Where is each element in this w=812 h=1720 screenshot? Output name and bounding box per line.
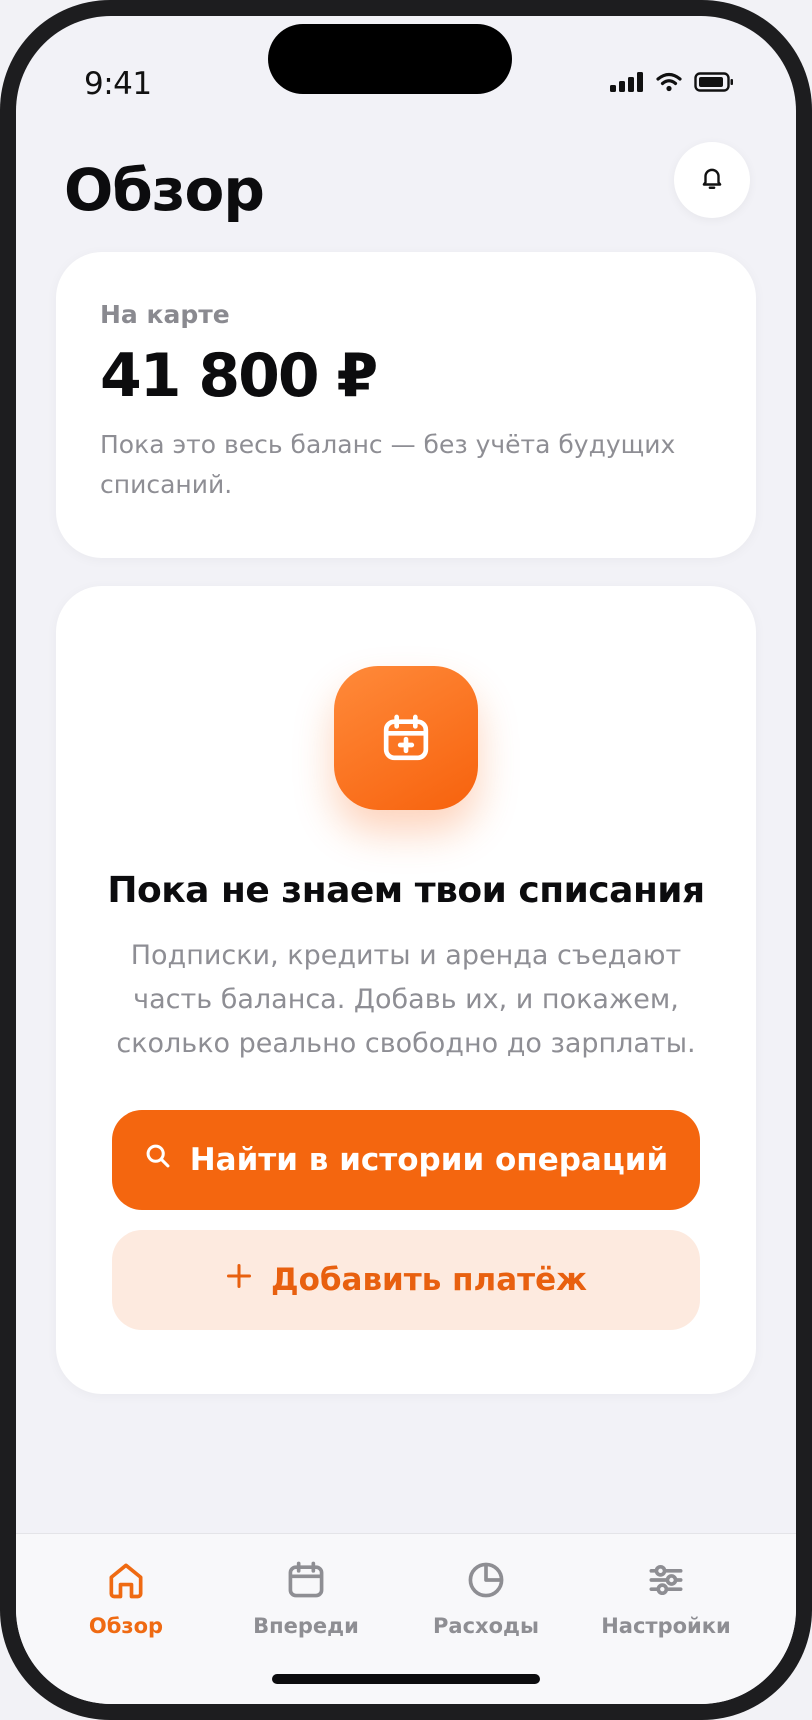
empty-state-text: Подписки, кредиты и аренда съедают часть…	[116, 940, 696, 1059]
tab-bar: Обзор Впереди Расходы Настройки	[16, 1533, 796, 1704]
battery-icon	[694, 72, 734, 96]
find-in-history-button[interactable]: Найти в истории операций	[112, 1110, 700, 1210]
add-payment-button[interactable]: Добавить платёж	[112, 1230, 700, 1330]
plus-icon	[225, 1262, 253, 1298]
balance-card: На карте 41 800 ₽ Пока это весь баланс —…	[56, 252, 756, 558]
status-icons	[610, 72, 734, 96]
notifications-button[interactable]	[674, 142, 750, 218]
home-icon	[104, 1558, 148, 1606]
signal-icon	[610, 72, 644, 96]
home-indicator[interactable]	[272, 1674, 540, 1684]
tab-label: Обзор	[88, 1614, 164, 1638]
tab-label: Настройки	[601, 1614, 731, 1638]
balance-label: На карте	[100, 300, 230, 329]
phone-frame: 9:41 Обзор На карте 41 800 ₽ Пока это ве…	[0, 0, 812, 1720]
tab-label: Впереди	[253, 1614, 359, 1638]
calendar-icon	[284, 1558, 328, 1606]
balance-amount: 41 800 ₽	[100, 341, 378, 411]
app-screen: 9:41 Обзор На карте 41 800 ₽ Пока это ве…	[16, 16, 796, 1704]
add-payment-label: Добавить платёж	[270, 1262, 588, 1298]
tab-ahead[interactable]: Впереди	[216, 1558, 396, 1638]
status-time: 9:41	[84, 66, 152, 102]
empty-state-card: Пока не знаем твои списания Подписки, кр…	[56, 586, 756, 1394]
empty-state-title: Пока не знаем твои списания	[107, 870, 705, 911]
search-icon	[144, 1142, 172, 1178]
dynamic-island	[268, 24, 512, 94]
balance-note: Пока это весь баланс — без учёта будущих…	[100, 430, 676, 499]
sliders-icon	[644, 1558, 688, 1606]
wifi-icon	[656, 72, 682, 96]
page-title: Обзор	[64, 156, 265, 224]
find-in-history-label: Найти в истории операций	[189, 1142, 669, 1178]
tab-settings[interactable]: Настройки	[576, 1558, 756, 1638]
pie-chart-icon	[464, 1558, 508, 1606]
calendar-plus-icon	[334, 666, 478, 810]
tab-overview[interactable]: Обзор	[36, 1558, 216, 1638]
tab-expenses[interactable]: Расходы	[396, 1558, 576, 1638]
tab-label: Расходы	[433, 1614, 539, 1638]
bell-icon	[699, 165, 725, 195]
